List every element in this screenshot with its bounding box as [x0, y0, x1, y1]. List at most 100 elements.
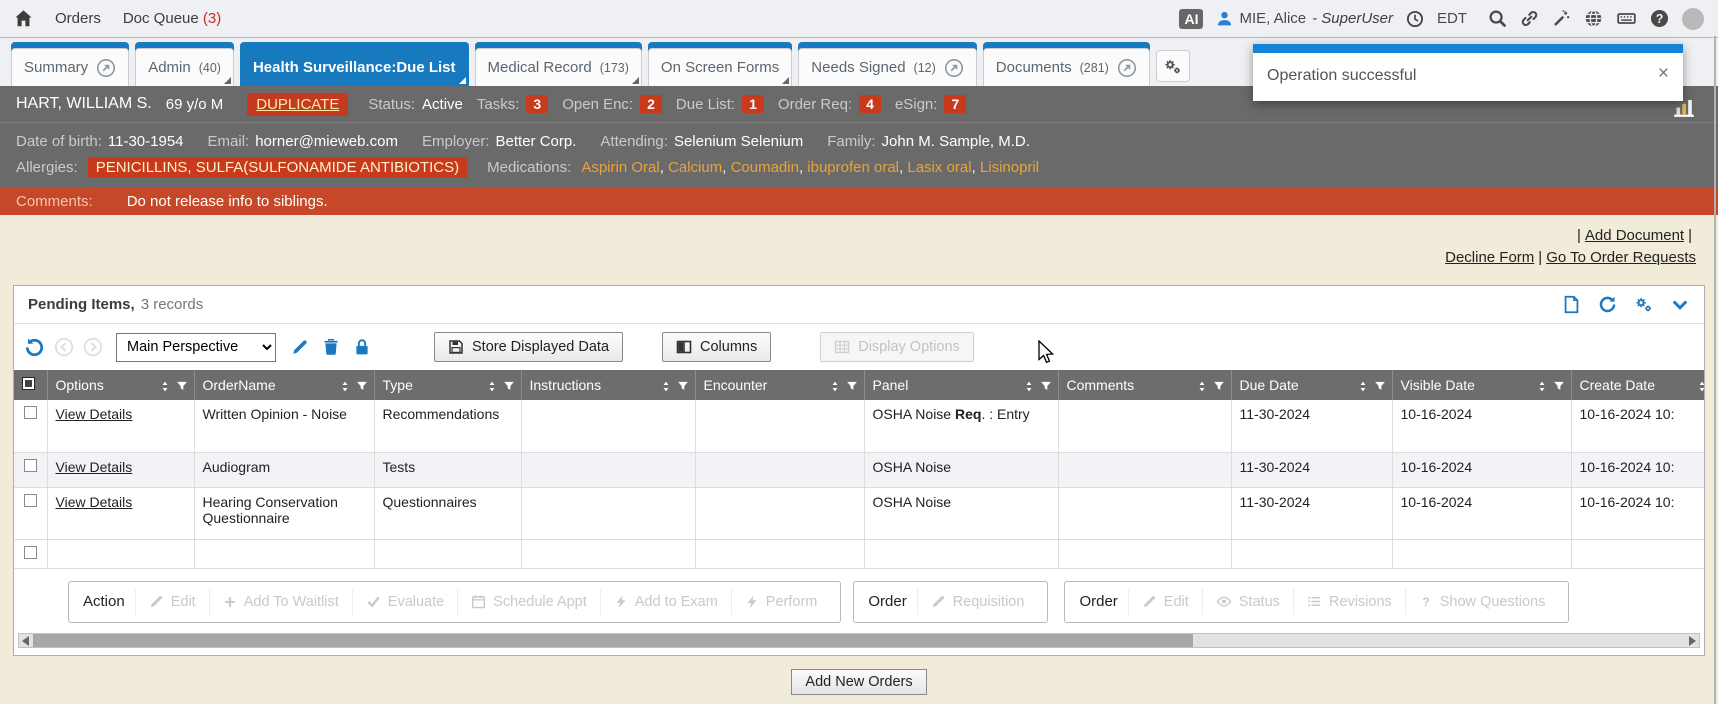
refresh-icon[interactable]	[1598, 295, 1617, 314]
family-value: John M. Sample, M.D.	[882, 133, 1030, 150]
add-new-orders-button[interactable]: Add New Orders	[791, 669, 926, 695]
sort-icon[interactable]	[159, 377, 171, 393]
prev-perspective-icon[interactable]	[54, 337, 74, 357]
filter-icon[interactable]	[1040, 377, 1052, 393]
tab-needs-signed[interactable]: Needs Signed(12)	[798, 48, 976, 86]
help-icon[interactable]	[1650, 9, 1669, 28]
display-options-button[interactable]: Display Options	[820, 332, 974, 362]
clock-icon[interactable]	[1406, 9, 1424, 27]
sort-icon[interactable]	[829, 377, 841, 393]
edit-perspective-icon[interactable]	[291, 338, 309, 356]
row-checkbox[interactable]	[24, 494, 37, 507]
status-button[interactable]: Status	[1202, 589, 1293, 615]
pending-items-table: Options OrderName Type Instructions Enco…	[14, 370, 1705, 569]
select-all-checkbox[interactable]	[22, 377, 35, 390]
scroll-left-arrow[interactable]	[22, 636, 29, 646]
keyboard-icon[interactable]	[1616, 9, 1637, 28]
columns-button[interactable]: Columns	[662, 332, 771, 362]
show-questions-button[interactable]: Show Questions	[1405, 589, 1559, 615]
sort-icon[interactable]	[1196, 377, 1208, 393]
filter-icon[interactable]	[846, 377, 858, 393]
collapse-chevron-icon[interactable]	[1670, 295, 1690, 315]
filter-icon[interactable]	[176, 377, 188, 393]
popout-icon[interactable]	[944, 58, 964, 78]
current-user[interactable]: MIE, Alice - SuperUser	[1216, 10, 1393, 27]
toast-close-icon[interactable]: ×	[1658, 67, 1669, 81]
search-icon[interactable]	[1488, 9, 1507, 28]
filter-icon[interactable]	[1213, 377, 1225, 393]
filter-icon[interactable]	[677, 377, 689, 393]
open-enc-badge[interactable]: 2	[640, 95, 662, 113]
panel-settings-icon[interactable]	[1634, 295, 1653, 314]
duplicate-flag[interactable]: DUPLICATE	[247, 93, 348, 116]
popout-icon[interactable]	[96, 58, 116, 78]
view-details-link[interactable]: View Details	[56, 494, 133, 510]
add-to-waitlist-button[interactable]: Add To Waitlist	[209, 589, 352, 615]
due-list-badge[interactable]: 1	[742, 95, 764, 113]
panel-title: Pending Items,	[28, 296, 135, 313]
new-document-icon[interactable]	[1562, 295, 1581, 314]
schedule-appt-button[interactable]: Schedule Appt	[457, 589, 600, 615]
sort-icon[interactable]	[1357, 377, 1369, 393]
go-to-order-requests-link[interactable]: Go To Order Requests	[1546, 249, 1696, 266]
allergies-value[interactable]: PENICILLINS, SULFA(SULFONAMIDE ANTIBIOTI…	[88, 157, 467, 178]
scroll-right-arrow[interactable]	[1689, 636, 1696, 646]
row-checkbox[interactable]	[24, 546, 37, 559]
nav-orders[interactable]: Orders	[55, 10, 101, 27]
nav-doc-queue[interactable]: Doc Queue (3)	[123, 10, 221, 27]
wand-icon[interactable]	[1552, 9, 1571, 28]
evaluate-button[interactable]: Evaluate	[352, 589, 457, 615]
status-value: Active	[422, 96, 463, 113]
tab-on-screen-forms[interactable]: On Screen Forms	[648, 48, 792, 86]
sort-icon[interactable]	[1536, 377, 1548, 393]
store-displayed-data-button[interactable]: Store Displayed Data	[434, 332, 623, 362]
view-details-link[interactable]: View Details	[56, 459, 133, 475]
popout-icon[interactable]	[1117, 58, 1137, 78]
filter-icon[interactable]	[356, 377, 368, 393]
view-details-link[interactable]: View Details	[56, 406, 133, 422]
tab-settings-button[interactable]	[1156, 50, 1190, 82]
filter-icon[interactable]	[503, 377, 515, 393]
ai-badge[interactable]: AI	[1179, 9, 1203, 29]
filter-icon[interactable]	[1374, 377, 1386, 393]
tasks-badge[interactable]: 3	[526, 95, 548, 113]
revisions-button[interactable]: Revisions	[1293, 589, 1405, 615]
perspective-select[interactable]: Main Perspective	[116, 333, 276, 362]
filter-icon[interactable]	[1553, 377, 1565, 393]
requisition-button[interactable]: Requisition	[917, 589, 1038, 615]
avatar[interactable]	[1682, 8, 1704, 30]
tab-documents[interactable]: Documents(281)	[983, 48, 1150, 86]
edit-button[interactable]: Edit	[135, 589, 209, 615]
tab-health-surveillance-due-list[interactable]: Health Surveillance:Due List	[240, 48, 469, 86]
row-checkbox[interactable]	[24, 459, 37, 472]
globe-icon[interactable]	[1584, 9, 1603, 28]
order-edit-button[interactable]: Edit	[1128, 589, 1202, 615]
add-to-exam-button[interactable]: Add to Exam	[600, 589, 731, 615]
esign-badge[interactable]: 7	[944, 95, 966, 113]
patient-demographics: Date of birth:11-30-1954 Email:horner@mi…	[0, 122, 1718, 187]
sort-icon[interactable]	[486, 377, 498, 393]
sort-icon[interactable]	[1696, 377, 1706, 393]
undo-icon[interactable]	[24, 337, 45, 358]
decline-form-link[interactable]: Decline Form	[1445, 249, 1534, 266]
sort-icon[interactable]	[339, 377, 351, 393]
link-icon[interactable]	[1520, 9, 1539, 28]
horizontal-scrollbar[interactable]	[18, 633, 1700, 648]
medications-label: Medications:	[487, 159, 571, 176]
sort-icon[interactable]	[660, 377, 672, 393]
lock-perspective-icon[interactable]	[353, 338, 371, 356]
tab-admin[interactable]: Admin(40)	[135, 48, 234, 86]
row-checkbox[interactable]	[24, 406, 37, 419]
home-icon[interactable]	[14, 9, 33, 28]
scrollbar-thumb[interactable]	[33, 634, 1193, 647]
delete-perspective-icon[interactable]	[322, 338, 340, 356]
medications-list[interactable]: Aspirin Oral, Calcium, Coumadin, ibuprof…	[581, 159, 1039, 176]
vertical-scrollbar[interactable]	[1714, 36, 1716, 704]
tab-summary[interactable]: Summary	[11, 48, 129, 86]
tab-medical-record[interactable]: Medical Record(173)	[475, 48, 642, 86]
sort-icon[interactable]	[1023, 377, 1035, 393]
next-perspective-icon[interactable]	[83, 337, 103, 357]
order-req-badge[interactable]: 4	[859, 95, 881, 113]
add-document-link[interactable]: Add Document	[1585, 227, 1684, 244]
perform-button[interactable]: Perform	[731, 589, 831, 615]
